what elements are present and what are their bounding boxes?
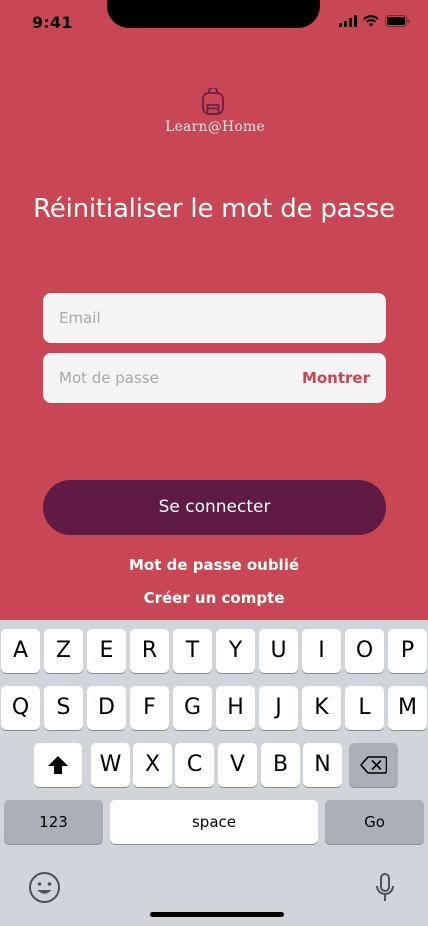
key[interactable]: K	[302, 686, 341, 730]
password-input[interactable]	[59, 353, 299, 403]
shift-key[interactable]	[34, 743, 82, 787]
show-password-button[interactable]: Montrer	[302, 353, 370, 403]
key[interactable]: W	[91, 743, 130, 787]
app-logo: Learn@Home	[155, 82, 275, 142]
login-button[interactable]: Se connecter	[43, 480, 386, 535]
status-time: 9:41	[32, 13, 73, 32]
key[interactable]: E	[87, 629, 126, 673]
key[interactable]: Q	[1, 686, 40, 730]
key[interactable]: D	[87, 686, 126, 730]
key[interactable]: U	[259, 629, 298, 673]
key[interactable]: S	[44, 686, 83, 730]
password-field[interactable]: Montrer	[43, 353, 386, 403]
key[interactable]: P	[388, 629, 427, 673]
wifi-icon	[363, 15, 379, 27]
go-key[interactable]: Go	[325, 800, 424, 844]
key[interactable]: G	[173, 686, 212, 730]
microphone-icon[interactable]	[374, 872, 396, 904]
forgot-password-link[interactable]: Mot de passe oublié	[0, 556, 428, 574]
key[interactable]: F	[130, 686, 169, 730]
shift-icon	[48, 756, 68, 774]
space-key[interactable]: space	[110, 800, 318, 844]
delete-key[interactable]	[349, 743, 398, 787]
emoji-icon[interactable]	[28, 871, 61, 904]
key[interactable]: J	[259, 686, 298, 730]
backpack-icon	[202, 88, 224, 115]
battery-icon	[385, 15, 410, 27]
key[interactable]: L	[345, 686, 384, 730]
key[interactable]: C	[175, 743, 214, 787]
key[interactable]: O	[345, 629, 384, 673]
page-title: Réinitialiser le mot de passe	[33, 194, 395, 224]
key[interactable]: X	[133, 743, 172, 787]
reset-password-screen: 9:41 Learn@Home Réinitialiser le mot de …	[0, 0, 428, 926]
status-icons	[339, 15, 410, 27]
email-input[interactable]	[59, 293, 299, 343]
delete-icon	[360, 756, 388, 774]
key[interactable]: R	[130, 629, 169, 673]
key[interactable]: B	[261, 743, 300, 787]
device-notch	[107, 0, 320, 28]
key[interactable]: V	[218, 743, 257, 787]
key[interactable]: A	[1, 629, 40, 673]
key[interactable]: Y	[216, 629, 255, 673]
key[interactable]: T	[173, 629, 212, 673]
key[interactable]: H	[216, 686, 255, 730]
status-bar: 9:41	[0, 0, 428, 46]
key[interactable]: M	[388, 686, 427, 730]
key[interactable]: N	[303, 743, 342, 787]
create-account-link[interactable]: Créer un compte	[0, 589, 428, 607]
key[interactable]: Z	[44, 629, 83, 673]
app-name: Learn@Home	[165, 119, 265, 135]
on-screen-keyboard: A Z E R T Y U I O P Q S D F G H J K L M …	[0, 620, 428, 926]
home-indicator	[150, 912, 284, 917]
numbers-key[interactable]: 123	[4, 800, 103, 844]
key[interactable]: I	[302, 629, 341, 673]
cellular-signal-icon	[339, 15, 357, 27]
email-field[interactable]	[43, 293, 386, 343]
